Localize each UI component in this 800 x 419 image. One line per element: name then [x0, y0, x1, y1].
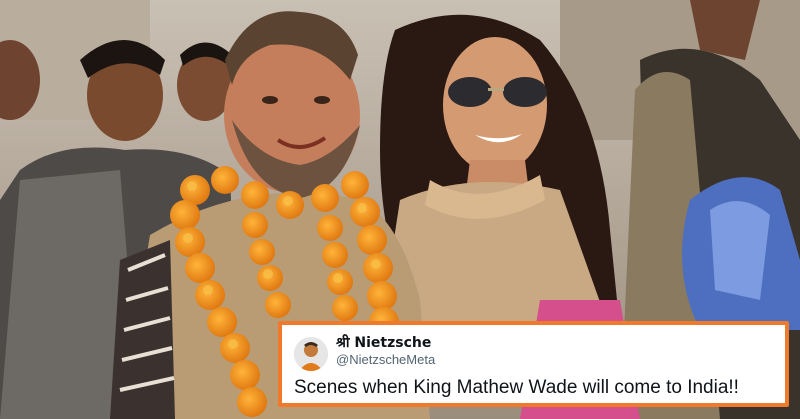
tweet-text: Scenes when King Mathew Wade will come t… [294, 377, 739, 398]
profile-avatar-icon[interactable] [294, 337, 328, 371]
tweet-card: श्री Nietzsche @NietzscheMeta Scenes whe… [278, 321, 789, 407]
display-name[interactable]: श्री Nietzsche [336, 333, 431, 352]
user-handle[interactable]: @NietzscheMeta [336, 352, 435, 367]
